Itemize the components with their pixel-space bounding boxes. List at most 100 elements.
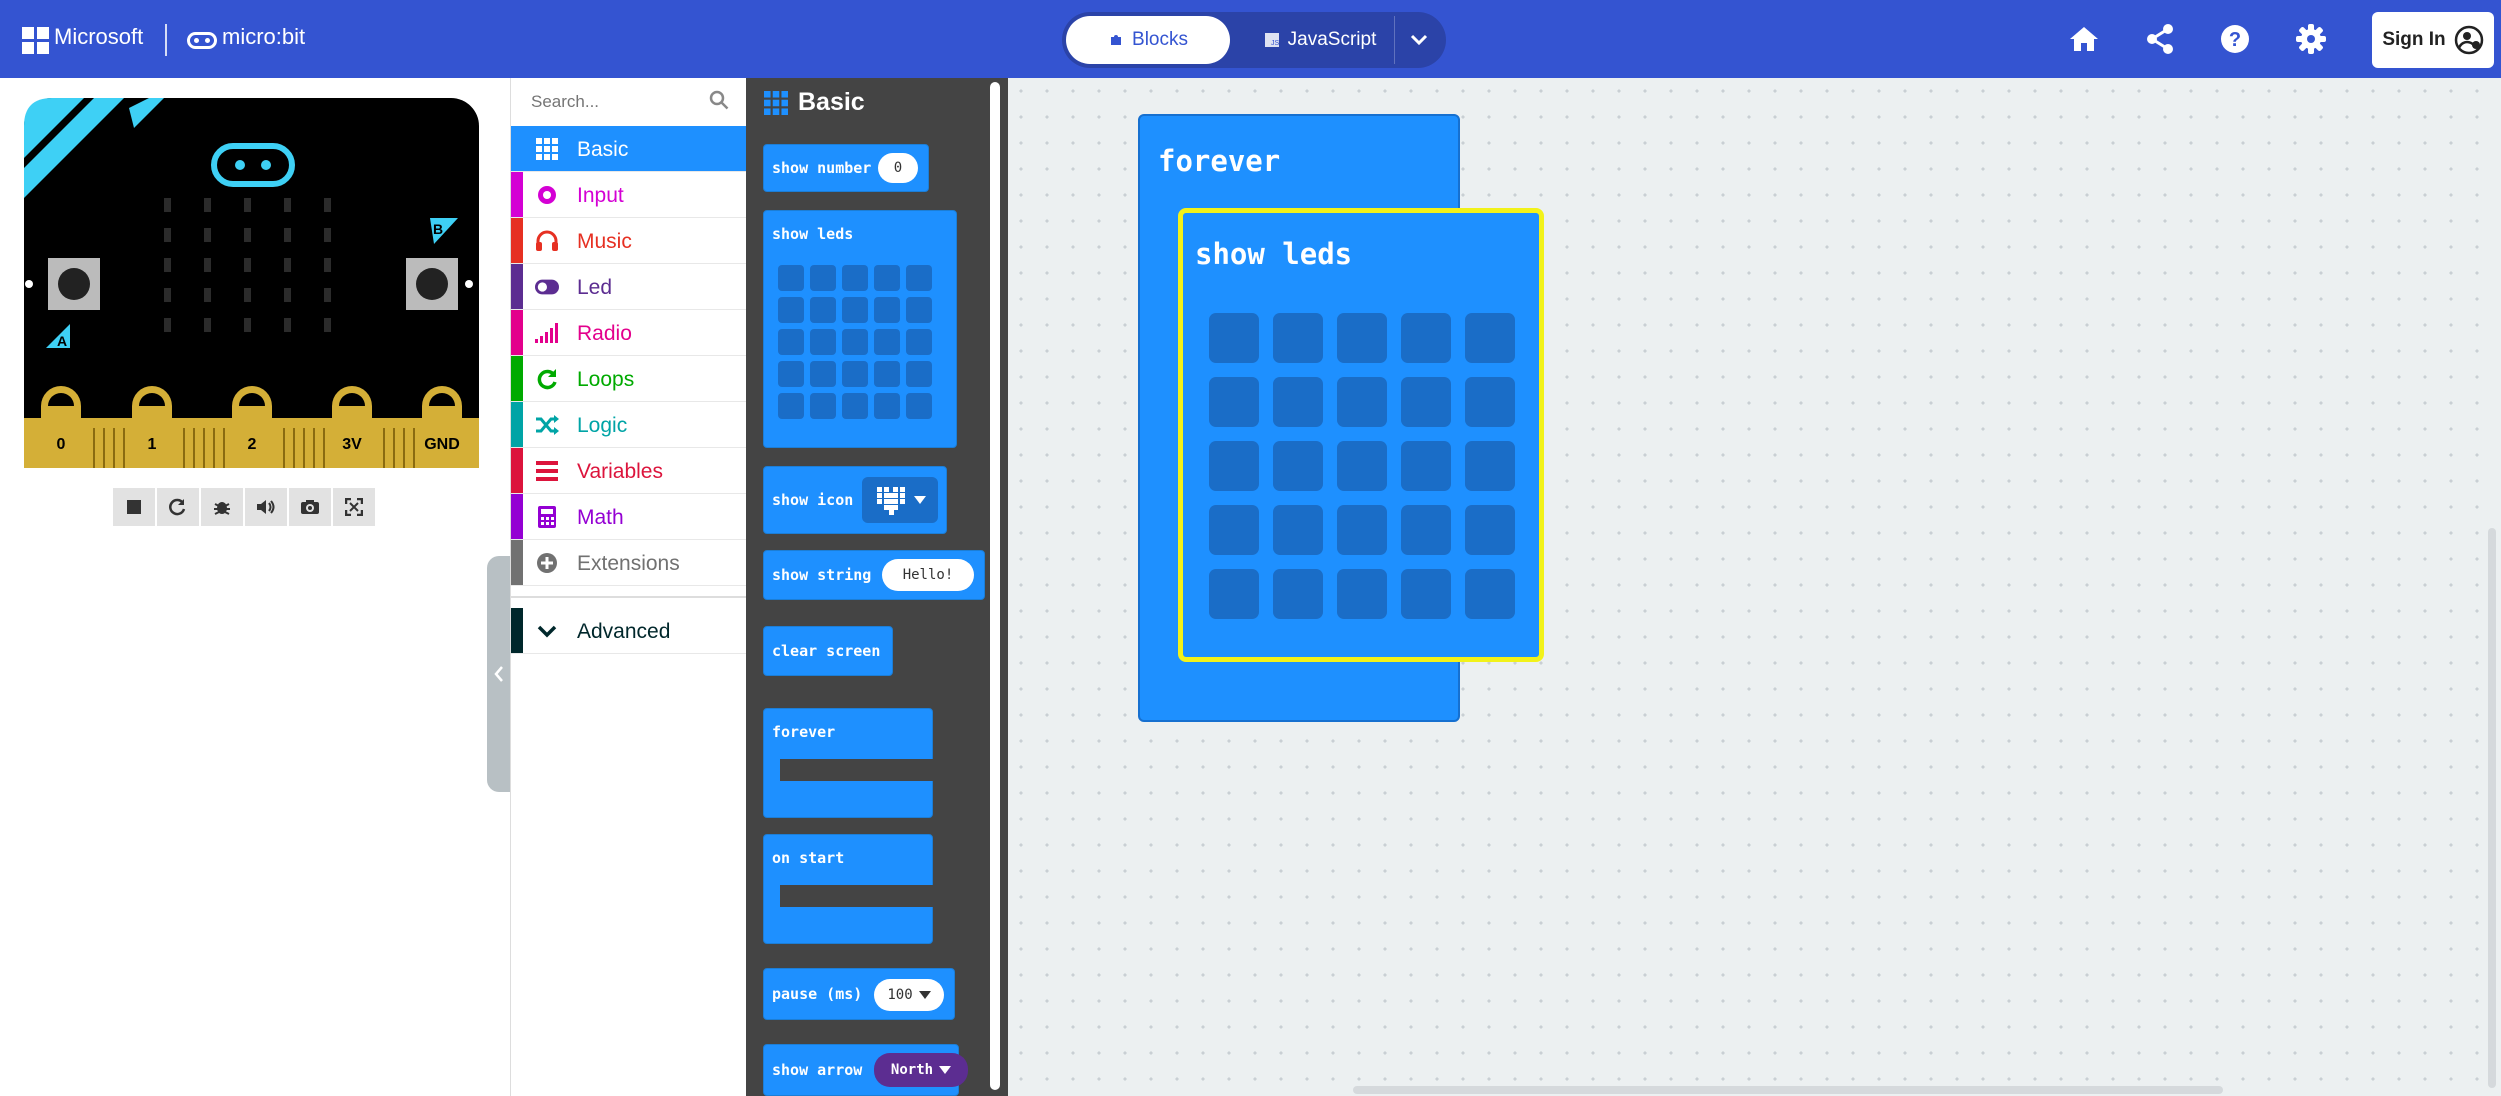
workspace-show-leds-block[interactable]: show leds	[1178, 208, 1544, 662]
dropdown-arrow-icon	[939, 1066, 952, 1074]
led-cell[interactable]	[1465, 377, 1515, 427]
share-icon	[2147, 24, 2173, 54]
arrow-dropdown[interactable]: North	[874, 1053, 968, 1087]
help-button[interactable]: ?	[2214, 18, 2256, 60]
block-show-icon[interactable]: show icon	[763, 466, 947, 534]
led-cell[interactable]	[1209, 505, 1259, 555]
toolbox-divider	[511, 596, 747, 598]
pin-2[interactable]	[232, 386, 272, 468]
sound-button[interactable]	[245, 488, 287, 526]
category-led[interactable]: Led	[511, 264, 747, 310]
gear-icon	[2296, 24, 2326, 54]
led-cell[interactable]	[1401, 569, 1451, 619]
tab-javascript[interactable]: JS JavaScript	[1250, 16, 1390, 64]
category-input[interactable]: Input	[511, 172, 747, 218]
block-forever[interactable]: forever	[763, 708, 934, 818]
led-grid[interactable]	[778, 265, 932, 419]
settings-button[interactable]	[2290, 18, 2332, 60]
fullscreen-button[interactable]	[333, 488, 375, 526]
led-cell[interactable]	[1209, 441, 1259, 491]
led-cell[interactable]	[1401, 377, 1451, 427]
led-cell[interactable]	[1209, 569, 1259, 619]
icon-dropdown[interactable]	[862, 477, 938, 523]
led-cell[interactable]	[1209, 377, 1259, 427]
led-cell[interactable]	[1273, 441, 1323, 491]
led-cell[interactable]	[1401, 441, 1451, 491]
pin-3v[interactable]	[332, 386, 372, 468]
debug-button[interactable]	[201, 488, 243, 526]
led-cell[interactable]	[1401, 505, 1451, 555]
pause-dropdown[interactable]: 100	[874, 979, 944, 1011]
led-cell[interactable]	[1337, 313, 1387, 363]
category-variables[interactable]: Variables	[511, 448, 747, 494]
search-icon[interactable]	[709, 90, 729, 110]
led-cell[interactable]	[1273, 313, 1323, 363]
led-cell[interactable]	[1273, 505, 1323, 555]
string-field[interactable]: Hello!	[882, 559, 974, 591]
simulator-panel: A B 0 1 2 3V GND	[0, 78, 511, 1096]
block-label: show number	[772, 159, 872, 177]
category-logic[interactable]: Logic	[511, 402, 747, 448]
restart-button[interactable]	[157, 488, 199, 526]
screenshot-button[interactable]	[289, 488, 331, 526]
category-extensions[interactable]: Extensions	[511, 540, 747, 586]
led-cell[interactable]	[1465, 441, 1515, 491]
block-pause[interactable]: pause (ms) 100	[763, 968, 955, 1020]
category-advanced[interactable]: Advanced	[511, 608, 747, 654]
pin-1[interactable]	[132, 386, 172, 468]
category-label: Variables	[577, 460, 663, 483]
led-grid[interactable]	[1209, 313, 1515, 619]
microbit-board[interactable]: A B 0 1 2 3V GND	[24, 98, 479, 468]
category-music[interactable]: Music	[511, 218, 747, 264]
category-color-bar	[511, 402, 523, 447]
pin-label: 0	[57, 436, 66, 453]
block-clear-screen[interactable]: clear screen	[763, 626, 893, 676]
led-cell[interactable]	[1337, 377, 1387, 427]
list-icon	[535, 460, 559, 482]
search-input[interactable]	[529, 88, 703, 116]
block-flyout: Basic show number 0 show leds show icon …	[746, 78, 1008, 1096]
chevron-down-icon	[1410, 34, 1428, 46]
stop-button[interactable]	[113, 488, 155, 526]
pin-0[interactable]	[41, 386, 81, 468]
blocks-workspace[interactable]: forever show leds	[1008, 78, 2501, 1096]
tab-blocks[interactable]: Blocks	[1066, 16, 1230, 64]
number-field[interactable]: 0	[878, 153, 918, 183]
statement-slot	[780, 885, 934, 907]
category-color-bar	[511, 356, 523, 401]
editor-dropdown-button[interactable]	[1394, 16, 1443, 64]
pin-gnd[interactable]	[422, 386, 462, 468]
microsoft-logo-icon	[22, 27, 49, 54]
workspace-horizontal-scrollbar[interactable]	[1353, 1086, 2223, 1094]
category-basic[interactable]: Basic	[511, 126, 747, 172]
led-cell[interactable]	[1273, 377, 1323, 427]
home-button[interactable]	[2063, 18, 2105, 60]
block-show-arrow[interactable]: show arrow North	[763, 1044, 968, 1096]
led-cell[interactable]	[1465, 505, 1515, 555]
category-color-bar	[511, 448, 523, 493]
category-color-bar	[511, 172, 523, 217]
flyout-scrollbar[interactable]	[990, 82, 1000, 1090]
category-math[interactable]: Math	[511, 494, 747, 540]
share-button[interactable]	[2139, 18, 2181, 60]
block-show-number[interactable]: show number 0	[763, 144, 929, 192]
led-cell[interactable]	[1337, 569, 1387, 619]
led-cell[interactable]	[1209, 313, 1259, 363]
collapse-simulator-button[interactable]	[487, 556, 511, 792]
led-cell[interactable]	[1337, 505, 1387, 555]
workspace-vertical-scrollbar[interactable]	[2488, 528, 2496, 1088]
led-cell[interactable]	[1337, 441, 1387, 491]
block-on-start[interactable]: on start	[763, 834, 934, 944]
microbit-label[interactable]: micro:bit	[222, 24, 305, 50]
led-cell[interactable]	[1401, 313, 1451, 363]
led-cell[interactable]	[1465, 313, 1515, 363]
restart-icon	[169, 498, 186, 516]
category-label: Led	[577, 276, 613, 299]
category-radio[interactable]: Radio	[511, 310, 747, 356]
block-show-string[interactable]: show string Hello!	[763, 550, 985, 600]
block-show-leds[interactable]: show leds	[763, 210, 957, 448]
led-cell[interactable]	[1465, 569, 1515, 619]
led-cell[interactable]	[1273, 569, 1323, 619]
category-loops[interactable]: Loops	[511, 356, 747, 402]
sign-in-button[interactable]: Sign In	[2372, 12, 2494, 68]
